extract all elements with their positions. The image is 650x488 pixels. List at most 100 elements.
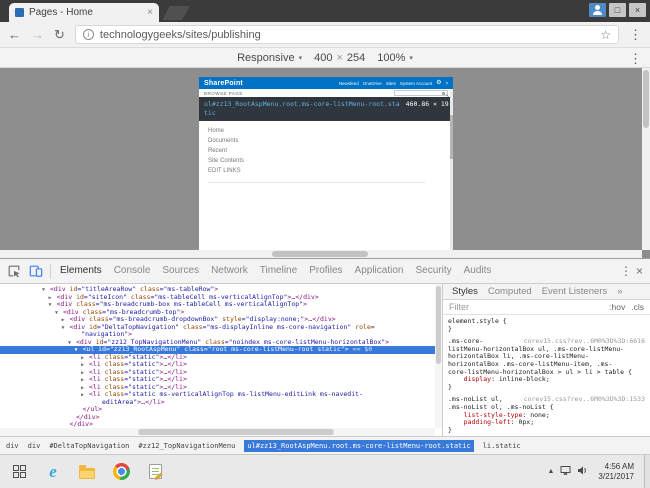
css-rule-line[interactable]: element.style { <box>448 317 645 326</box>
suite-link[interactable]: Sites <box>386 81 396 86</box>
volume-icon[interactable] <box>577 463 588 481</box>
page-nav-link[interactable]: Recent <box>208 148 444 154</box>
taskbar-file-explorer-button[interactable] <box>70 455 104 488</box>
page-nav-link[interactable]: Documents <box>208 138 444 144</box>
browser-menu-icon[interactable]: ⋮ <box>629 28 642 41</box>
css-rule-line[interactable]: } <box>448 383 645 392</box>
zoom-select[interactable]: 100% ▾ <box>377 52 413 64</box>
viewport-vertical-scrollbar[interactable] <box>642 68 650 250</box>
maximize-button[interactable]: □ <box>609 3 626 17</box>
forward-icon[interactable]: → <box>31 28 44 41</box>
elements-horizontal-scrollbar[interactable] <box>0 428 435 436</box>
devtools-tree-node[interactable]: ▶ <li class="static">…</li> <box>0 375 442 384</box>
tooltip-selector: ul#zz13_RootAspMenu.root.ms-core-listMen… <box>204 100 400 108</box>
devtools-tab-elements[interactable]: Elements <box>54 259 108 283</box>
clock[interactable]: 4:56 AM 3/21/2017 <box>594 462 638 482</box>
styles-tab-event-listeners[interactable]: Event Listeners <box>537 284 612 299</box>
styles-filter-input[interactable]: Filter <box>449 302 469 312</box>
viewport-width-input[interactable]: 400 <box>314 52 332 64</box>
devtools-tab-timeline[interactable]: Timeline <box>254 259 303 283</box>
page-nav-link[interactable]: EDIT LINKS <box>208 168 444 174</box>
devtools-tree-node[interactable]: ▶ <li class="static">…</li> <box>0 368 442 377</box>
start-button[interactable] <box>2 455 36 488</box>
page-nav-link[interactable]: Site Contents <box>208 158 444 164</box>
styles-tab--[interactable]: » <box>612 284 627 299</box>
tray-expand-icon[interactable]: ▲ <box>547 468 554 475</box>
css-rule-line[interactable]: padding-left: 0px; <box>448 419 645 427</box>
responsive-viewport: SharePoint Newsfeed OneDrive Sites System … <box>0 68 650 258</box>
address-bar[interactable]: i technologygeeks/sites/publishing ☆ <box>74 25 619 44</box>
taskbar-notes-button[interactable] <box>138 455 172 488</box>
devtools-tree-node[interactable]: ▼ <div id="DeltaTopNavigation" class="ms-… <box>0 323 442 333</box>
css-rule-line[interactable]: } <box>448 426 645 435</box>
reload-icon[interactable]: ↻ <box>54 28 65 41</box>
ribbon-tabs[interactable]: BROWSE PAGE <box>204 91 243 96</box>
devtools-close-icon[interactable]: × <box>636 265 643 277</box>
breadcrumb-item[interactable]: li.static <box>483 442 521 450</box>
devtools-tab-security[interactable]: Security <box>409 259 457 283</box>
new-tab-button[interactable] <box>162 6 190 20</box>
devtools-tree-node[interactable]: </div> <box>0 413 442 422</box>
taskbar-internet-explorer-button[interactable]: e <box>36 455 70 488</box>
breadcrumb-item[interactable]: div <box>28 442 41 450</box>
breadcrumb-item[interactable]: div <box>6 442 19 450</box>
back-icon[interactable]: ← <box>8 28 21 41</box>
device-mode-select[interactable]: Responsive ▾ <box>237 52 302 64</box>
page-scrollbar[interactable] <box>450 89 453 250</box>
clock-date: 3/21/2017 <box>598 471 634 481</box>
page-nav-link[interactable]: Home <box>208 128 444 134</box>
toolbar-separator <box>50 263 51 279</box>
breadcrumb-item[interactable]: #zz12_TopNavigationMenu <box>138 442 235 450</box>
tooltip-dimensions: 460.86 × 19 <box>405 100 449 108</box>
devtools-tree-node[interactable]: ▶ <li class="static ms-verticalAlignTop m… <box>0 390 442 400</box>
browser-toolbar: ← → ↻ i technologygeeks/sites/publishing… <box>0 22 650 48</box>
css-rule-line[interactable]: } <box>448 325 645 334</box>
class-toggle[interactable]: .cls <box>631 302 644 312</box>
breadcrumb-item[interactable]: ul#zz13_RootAspMenu.root.ms-core-listMen… <box>244 439 474 452</box>
elements-panel: ▼ <div id="titleAreaRow" class="ms-tableR… <box>0 284 443 436</box>
devtools-tree-node[interactable]: </ul> <box>0 405 442 414</box>
inspect-element-icon[interactable] <box>3 260 25 282</box>
css-rule-line[interactable]: display: inline-block; <box>448 376 645 384</box>
devtools-tree-node[interactable]: ▶ <li class="static">…</li> <box>0 360 442 369</box>
page-search-box[interactable] <box>394 90 448 96</box>
device-toolbar-toggle-icon[interactable] <box>25 260 47 282</box>
suite-link[interactable]: OneDrive <box>363 81 382 86</box>
address-url[interactable]: technologygeeks/sites/publishing <box>100 29 594 41</box>
show-desktop-button[interactable] <box>644 455 650 488</box>
devtools-tab-sources[interactable]: Sources <box>156 259 205 283</box>
viewport-horizontal-scrollbar[interactable] <box>0 250 642 258</box>
gear-icon[interactable]: ⚙ <box>436 80 441 86</box>
tab-close-icon[interactable]: × <box>147 7 153 18</box>
devtools-tree-node-selected[interactable]: ▼ <ul id="zz13_RootAspMenu" class="root m… <box>0 345 442 354</box>
breadcrumb-item[interactable]: #DeltaTopNavigation <box>49 442 129 450</box>
styles-tab-computed[interactable]: Computed <box>483 284 537 299</box>
browser-tab[interactable]: Pages - Home × <box>9 3 159 22</box>
account-menu[interactable]: System Account <box>400 81 432 86</box>
devtools-breadcrumb-bar: div div #DeltaTopNavigation #zz12_TopNaviga… <box>0 436 650 454</box>
page-info-icon[interactable]: i <box>82 29 94 40</box>
suite-link[interactable]: Newsfeed <box>339 81 359 86</box>
window-close-button[interactable]: × <box>629 3 646 17</box>
help-icon[interactable]: ? <box>445 81 448 86</box>
elements-vertical-scrollbar[interactable] <box>435 284 442 428</box>
devtools-tab-profiles[interactable]: Profiles <box>303 259 348 283</box>
bookmark-star-icon[interactable]: ☆ <box>600 29 611 41</box>
profile-avatar-button[interactable] <box>589 3 606 17</box>
devtools-tab-console[interactable]: Console <box>108 259 157 283</box>
twisty-expanded-icon[interactable]: ▼ <box>62 325 70 333</box>
twisty-collapsed-icon[interactable]: ▶ <box>81 392 89 400</box>
zoom-value: 100% <box>377 51 406 64</box>
hover-state-toggle[interactable]: :hov <box>609 302 625 312</box>
device-toolbar-menu-icon[interactable]: ⋮ <box>629 52 642 65</box>
devtools-menu-icon[interactable]: ⋮ <box>620 265 632 277</box>
devtools-tree-node[interactable]: ▶ <li class="static">…</li> <box>0 353 442 362</box>
devtools-tab-network[interactable]: Network <box>205 259 254 283</box>
viewport-height-input[interactable]: 254 <box>347 52 365 64</box>
network-icon[interactable] <box>560 463 571 481</box>
devtools-tab-application[interactable]: Application <box>349 259 410 283</box>
devtools-tree-node[interactable]: editArea">…</li> <box>0 398 442 407</box>
styles-tab-styles[interactable]: Styles <box>447 284 483 299</box>
taskbar-chrome-button[interactable] <box>104 455 138 488</box>
devtools-tab-audits[interactable]: Audits <box>458 259 498 283</box>
